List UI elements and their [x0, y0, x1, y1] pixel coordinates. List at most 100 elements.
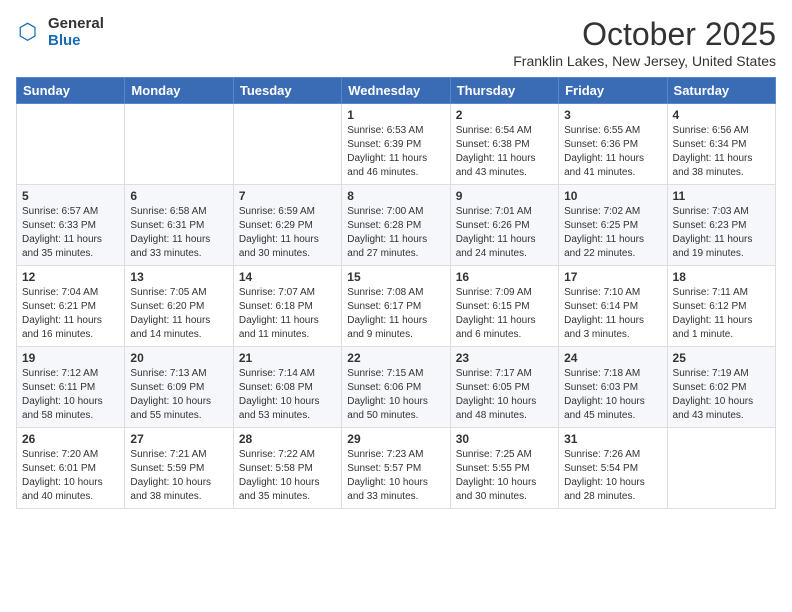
day-number: 25	[673, 351, 770, 365]
calendar-cell: 11 Sunrise: 7:03 AM Sunset: 6:23 PM Dayli…	[667, 185, 775, 266]
calendar: SundayMondayTuesdayWednesdayThursdayFrid…	[16, 77, 776, 509]
calendar-cell	[233, 104, 341, 185]
day-number: 20	[130, 351, 227, 365]
calendar-cell	[17, 104, 125, 185]
calendar-cell: 9 Sunrise: 7:01 AM Sunset: 6:26 PM Daylig…	[450, 185, 558, 266]
calendar-cell: 30Sunrise: 7:25 AM Sunset: 5:55 PM Dayli…	[450, 428, 558, 509]
day-content: Sunrise: 6:55 AM Sunset: 6:36 PM Dayligh…	[564, 124, 661, 180]
day-number: 21	[239, 351, 336, 365]
calendar-cell: 29 Sunrise: 7:23 AM Sunset: 5:57 PM Dayli…	[342, 428, 450, 509]
svg-text:⬡: ⬡	[18, 19, 37, 44]
day-content: Sunrise: 7:26 AM Sunset: 5:54 PM Dayligh…	[564, 448, 661, 504]
weekday-header: Tuesday	[233, 78, 341, 104]
day-content: Sunrise: 7:05 AM Sunset: 6:20 PM Dayligh…	[130, 286, 227, 342]
day-number: 28	[239, 432, 336, 446]
day-number: 18	[673, 270, 770, 284]
day-content: Sunrise: 6:56 AM Sunset: 6:34 PM Dayligh…	[673, 124, 770, 180]
calendar-cell: 20 Sunrise: 7:13 AM Sunset: 6:09 PM Dayli…	[125, 347, 233, 428]
calendar-cell	[667, 428, 775, 509]
calendar-cell	[125, 104, 233, 185]
calendar-cell: 31 Sunrise: 7:26 AM Sunset: 5:54 PM Dayli…	[559, 428, 667, 509]
day-number: 29	[347, 432, 444, 446]
day-content: Sunrise: 6:59 AM Sunset: 6:29 PM Dayligh…	[239, 205, 336, 261]
weekday-header: Sunday	[17, 78, 125, 104]
day-content: Sunrise: 7:04 AM Sunset: 6:21 PM Dayligh…	[22, 286, 119, 342]
calendar-cell: 4 Sunrise: 6:56 AM Sunset: 6:34 PM Daylig…	[667, 104, 775, 185]
calendar-cell: 5 Sunrise: 6:57 AM Sunset: 6:33 PM Daylig…	[17, 185, 125, 266]
calendar-cell: 21 Sunrise: 7:14 AM Sunset: 6:08 PM Dayli…	[233, 347, 341, 428]
calendar-cell: 27 Sunrise: 7:21 AM Sunset: 5:59 PM Dayli…	[125, 428, 233, 509]
day-content: Sunrise: 7:22 AM Sunset: 5:58 PM Dayligh…	[239, 448, 336, 504]
day-number: 23	[456, 351, 553, 365]
weekday-header: Saturday	[667, 78, 775, 104]
day-number: 2	[456, 108, 553, 122]
day-number: 4	[673, 108, 770, 122]
day-content: Sunrise: 6:54 AM Sunset: 6:38 PM Dayligh…	[456, 124, 553, 180]
logo-general: General	[48, 16, 104, 33]
calendar-cell: 26Sunrise: 7:20 AM Sunset: 6:01 PM Dayli…	[17, 428, 125, 509]
calendar-week-row: 26Sunrise: 7:20 AM Sunset: 6:01 PM Dayli…	[17, 428, 776, 509]
weekday-header: Wednesday	[342, 78, 450, 104]
calendar-cell: 24Sunrise: 7:18 AM Sunset: 6:03 PM Dayli…	[559, 347, 667, 428]
day-number: 12	[22, 270, 119, 284]
calendar-cell: 7 Sunrise: 6:59 AM Sunset: 6:29 PM Daylig…	[233, 185, 341, 266]
day-number: 5	[22, 189, 119, 203]
day-number: 27	[130, 432, 227, 446]
logo-blue: Blue	[48, 33, 104, 50]
calendar-cell: 6 Sunrise: 6:58 AM Sunset: 6:31 PM Daylig…	[125, 185, 233, 266]
day-number: 8	[347, 189, 444, 203]
weekday-header: Friday	[559, 78, 667, 104]
month-title: October 2025	[513, 16, 776, 53]
calendar-cell: 19Sunrise: 7:12 AM Sunset: 6:11 PM Dayli…	[17, 347, 125, 428]
day-number: 30	[456, 432, 553, 446]
day-content: Sunrise: 6:58 AM Sunset: 6:31 PM Dayligh…	[130, 205, 227, 261]
calendar-cell: 10Sunrise: 7:02 AM Sunset: 6:25 PM Dayli…	[559, 185, 667, 266]
day-content: Sunrise: 7:14 AM Sunset: 6:08 PM Dayligh…	[239, 367, 336, 423]
day-number: 24	[564, 351, 661, 365]
weekday-header: Thursday	[450, 78, 558, 104]
day-content: Sunrise: 6:57 AM Sunset: 6:33 PM Dayligh…	[22, 205, 119, 261]
location: Franklin Lakes, New Jersey, United State…	[513, 53, 776, 69]
calendar-cell: 8 Sunrise: 7:00 AM Sunset: 6:28 PM Daylig…	[342, 185, 450, 266]
day-content: Sunrise: 7:20 AM Sunset: 6:01 PM Dayligh…	[22, 448, 119, 504]
day-number: 1	[347, 108, 444, 122]
calendar-cell: 28 Sunrise: 7:22 AM Sunset: 5:58 PM Dayli…	[233, 428, 341, 509]
day-number: 11	[673, 189, 770, 203]
day-number: 9	[456, 189, 553, 203]
day-content: Sunrise: 7:19 AM Sunset: 6:02 PM Dayligh…	[673, 367, 770, 423]
day-content: Sunrise: 7:08 AM Sunset: 6:17 PM Dayligh…	[347, 286, 444, 342]
day-content: Sunrise: 7:07 AM Sunset: 6:18 PM Dayligh…	[239, 286, 336, 342]
day-content: Sunrise: 7:10 AM Sunset: 6:14 PM Dayligh…	[564, 286, 661, 342]
calendar-cell: 14 Sunrise: 7:07 AM Sunset: 6:18 PM Dayli…	[233, 266, 341, 347]
calendar-week-row: 12 Sunrise: 7:04 AM Sunset: 6:21 PM Dayli…	[17, 266, 776, 347]
calendar-cell: 17 Sunrise: 7:10 AM Sunset: 6:14 PM Dayli…	[559, 266, 667, 347]
day-number: 10	[564, 189, 661, 203]
calendar-cell: 22Sunrise: 7:15 AM Sunset: 6:06 PM Dayli…	[342, 347, 450, 428]
calendar-cell: 23 Sunrise: 7:17 AM Sunset: 6:05 PM Dayli…	[450, 347, 558, 428]
day-number: 16	[456, 270, 553, 284]
day-number: 13	[130, 270, 227, 284]
logo-icon: ⬡	[16, 19, 44, 47]
day-content: Sunrise: 7:01 AM Sunset: 6:26 PM Dayligh…	[456, 205, 553, 261]
day-content: Sunrise: 7:21 AM Sunset: 5:59 PM Dayligh…	[130, 448, 227, 504]
day-content: Sunrise: 7:17 AM Sunset: 6:05 PM Dayligh…	[456, 367, 553, 423]
day-number: 6	[130, 189, 227, 203]
day-number: 17	[564, 270, 661, 284]
day-content: Sunrise: 7:00 AM Sunset: 6:28 PM Dayligh…	[347, 205, 444, 261]
day-content: Sunrise: 7:03 AM Sunset: 6:23 PM Dayligh…	[673, 205, 770, 261]
day-content: Sunrise: 7:13 AM Sunset: 6:09 PM Dayligh…	[130, 367, 227, 423]
day-number: 14	[239, 270, 336, 284]
page-header: ⬡ General Blue October 2025 Franklin Lak…	[16, 16, 776, 69]
day-number: 31	[564, 432, 661, 446]
day-number: 3	[564, 108, 661, 122]
calendar-cell: 12 Sunrise: 7:04 AM Sunset: 6:21 PM Dayli…	[17, 266, 125, 347]
calendar-cell: 3 Sunrise: 6:55 AM Sunset: 6:36 PM Daylig…	[559, 104, 667, 185]
calendar-week-row: 1 Sunrise: 6:53 AM Sunset: 6:39 PM Daylig…	[17, 104, 776, 185]
day-content: Sunrise: 7:23 AM Sunset: 5:57 PM Dayligh…	[347, 448, 444, 504]
day-content: Sunrise: 7:12 AM Sunset: 6:11 PM Dayligh…	[22, 367, 119, 423]
day-number: 7	[239, 189, 336, 203]
calendar-week-row: 19Sunrise: 7:12 AM Sunset: 6:11 PM Dayli…	[17, 347, 776, 428]
day-content: Sunrise: 7:11 AM Sunset: 6:12 PM Dayligh…	[673, 286, 770, 342]
day-content: Sunrise: 6:53 AM Sunset: 6:39 PM Dayligh…	[347, 124, 444, 180]
weekday-header-row: SundayMondayTuesdayWednesdayThursdayFrid…	[17, 78, 776, 104]
